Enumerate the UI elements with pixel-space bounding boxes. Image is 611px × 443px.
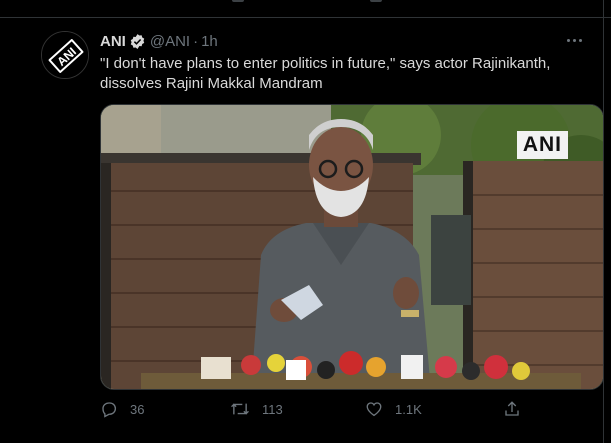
like-button[interactable]: 1.1K <box>365 400 422 418</box>
tweet-actions: 36 113 1.1K <box>100 400 540 422</box>
reply-icon <box>102 402 117 418</box>
tweet-text: "I don't have plans to enter politics in… <box>100 55 551 92</box>
previous-tweet-icon-fragment <box>370 0 382 2</box>
reply-count: 36 <box>130 401 145 417</box>
verified-badge-icon <box>129 33 146 50</box>
share-icon <box>505 401 519 416</box>
previous-tweet-action-bar <box>0 0 611 18</box>
separator-dot: · <box>193 32 199 50</box>
more-options-icon[interactable] <box>563 31 585 49</box>
heart-icon <box>366 402 382 417</box>
tweet-header: ANI @ANI · 1h <box>100 31 218 51</box>
retweet-icon <box>231 403 249 415</box>
tweet-media-image[interactable]: ANI <box>100 104 604 390</box>
retweet-button[interactable]: 113 <box>230 400 283 418</box>
display-name[interactable]: ANI <box>100 33 126 50</box>
share-button[interactable] <box>503 400 533 418</box>
handle[interactable]: @ANI <box>150 33 190 50</box>
media-watermark: ANI <box>516 131 568 159</box>
like-count: 1.1K <box>395 401 422 417</box>
avatar[interactable]: ANI <box>41 31 89 79</box>
previous-tweet-icon-fragment <box>232 0 244 2</box>
retweet-count: 113 <box>262 401 283 417</box>
timestamp[interactable]: 1h <box>201 33 218 50</box>
reply-button[interactable]: 36 <box>100 400 144 418</box>
